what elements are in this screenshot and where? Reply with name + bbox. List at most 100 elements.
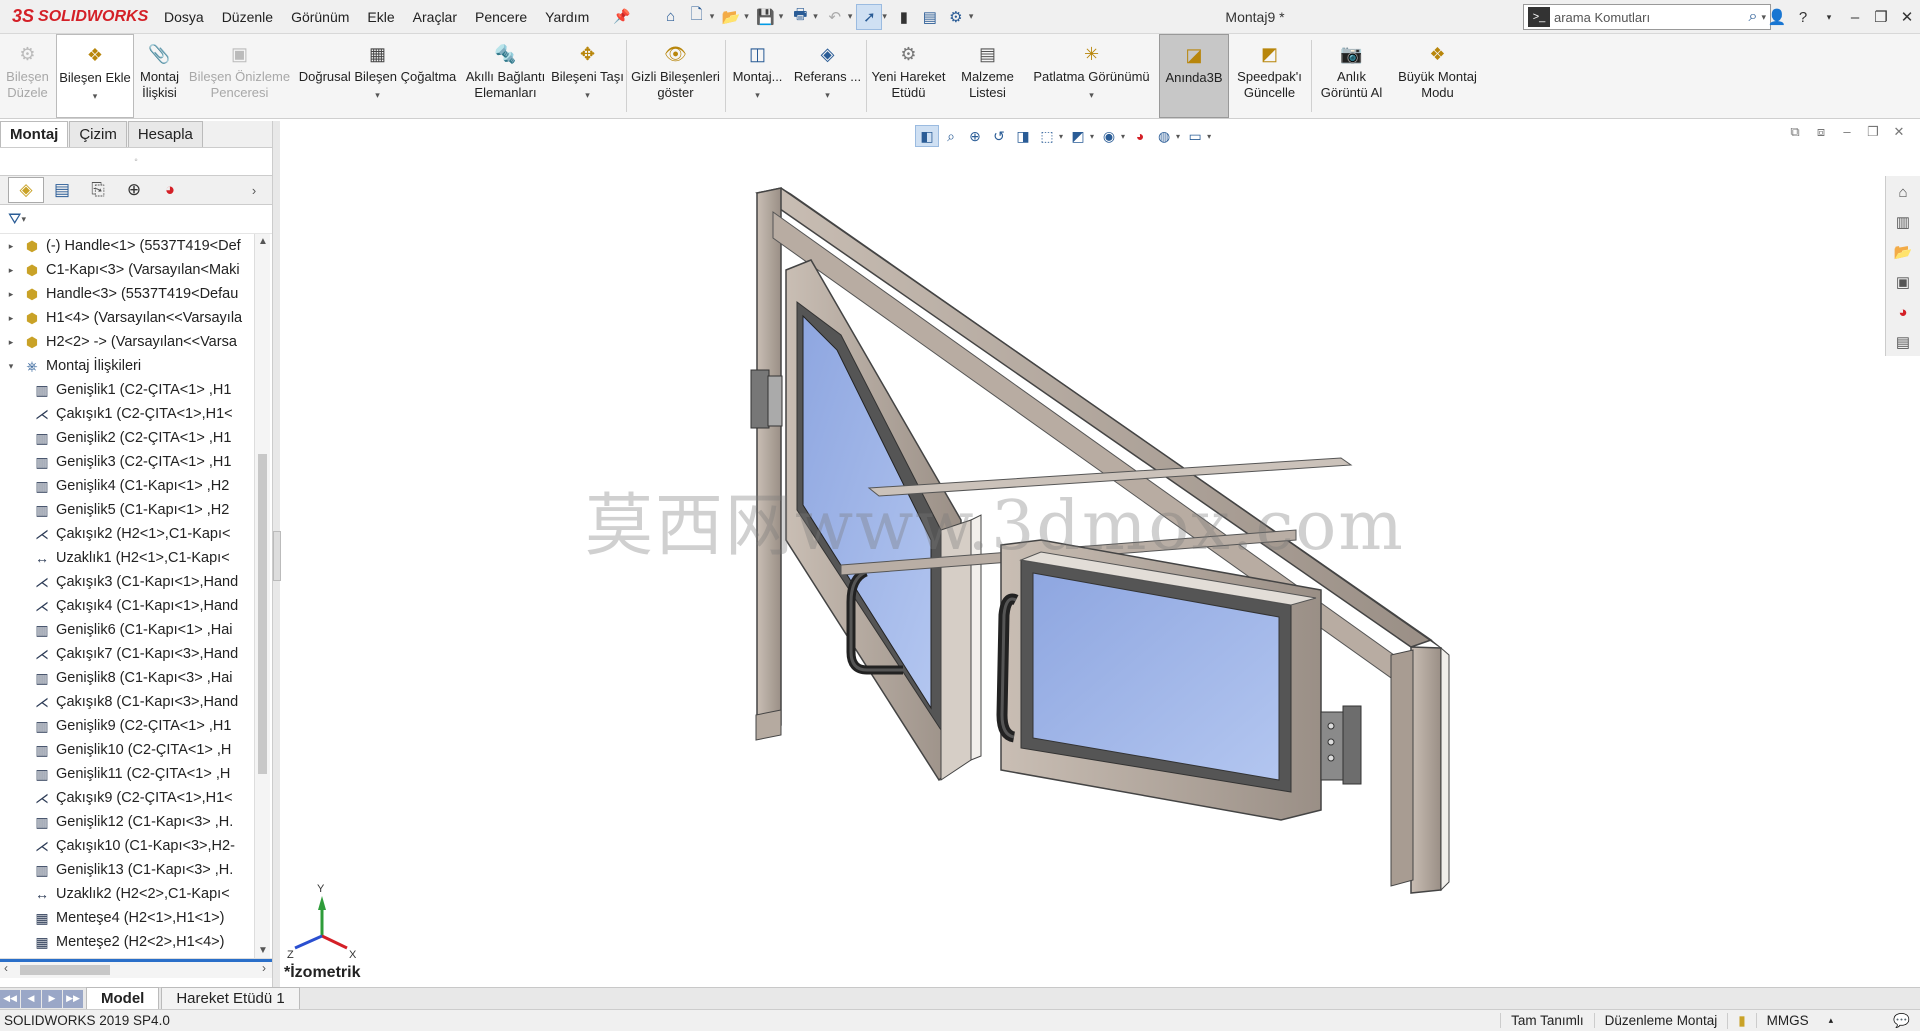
collapse-icon[interactable]: ▾ xyxy=(4,361,18,372)
save-icon[interactable]: 💾 xyxy=(753,4,779,30)
mate-item[interactable]: ▦ Menteşe2 (H2<2>,H1<4>) xyxy=(0,930,254,954)
exploded-view-button[interactable]: ✳ Patlatma Görünümü ▾ xyxy=(1025,34,1159,118)
mate-item[interactable]: ▥ Genişlik2 (C2-ÇITA<1> ,H1 xyxy=(0,426,254,450)
move-component-button[interactable]: ✥ Bileşeni Taşı ▾ xyxy=(550,34,626,118)
file-properties-icon[interactable]: ▤ xyxy=(917,4,943,30)
mate-item[interactable]: ▥ Genişlik10 (C2-ÇITA<1> ,H xyxy=(0,738,254,762)
mate-item[interactable]: ↔ Uzaklık1 (H2<1>,C1-Kapı< xyxy=(0,546,254,570)
edit-appearance-icon[interactable]: ◕ xyxy=(1128,125,1152,147)
mate-item[interactable]: ▥ Genişlik8 (C1-Kapı<3> ,Hai xyxy=(0,666,254,690)
design-library-icon[interactable]: ▥ xyxy=(1888,208,1918,236)
view-palette-icon[interactable]: ▣ xyxy=(1888,268,1918,296)
tree-component[interactable]: ▸ ⬢ H1<4> (Varsayılan<<Varsayıla xyxy=(0,306,254,330)
menu-duzenle[interactable]: Düzenle xyxy=(213,9,282,25)
mate-item[interactable]: ▥ Genişlik1 (C2-ÇITA<1> ,H1 xyxy=(0,378,254,402)
tree-mates-folder[interactable]: ▾ ⎈ Montaj İlişkileri xyxy=(0,354,254,378)
property-manager-icon[interactable]: ▤ xyxy=(44,177,80,203)
chevron-up-icon[interactable]: ▴ xyxy=(1819,1015,1844,1026)
chevron-down-icon[interactable]: ▾ xyxy=(1121,132,1125,141)
reference-geometry-button[interactable]: ◈ Referans ... ▾ xyxy=(790,34,866,118)
chevron-down-icon[interactable]: ▾ xyxy=(969,11,974,22)
search-commands-box[interactable]: >_ arama Komutları ⌕ ▾ xyxy=(1523,4,1771,30)
new-document-icon[interactable]: 🗋 xyxy=(684,4,710,30)
large-assembly-button[interactable]: ❖ Büyük Montaj Modu xyxy=(1392,34,1484,118)
scroll-left-icon[interactable]: ‹ xyxy=(4,961,8,975)
chevron-down-icon[interactable]: ▾ xyxy=(93,88,98,104)
mate-item[interactable]: ⋌ Çakışık8 (C1-Kapı<3>,Hand xyxy=(0,690,254,714)
mate-item[interactable]: ⋌ Çakışık2 (H2<1>,C1-Kapı< xyxy=(0,522,254,546)
chevron-right-icon[interactable]: › xyxy=(236,177,272,203)
display-style-icon[interactable]: ◩ xyxy=(1066,125,1090,147)
chevron-down-icon[interactable]: ▾ xyxy=(1059,132,1063,141)
tab-montaj[interactable]: Montaj xyxy=(0,121,69,147)
tab-model[interactable]: Model xyxy=(86,987,160,1010)
view-orientation-icon[interactable]: ◧ xyxy=(915,125,939,147)
tab-cizim[interactable]: Çizim xyxy=(69,121,127,147)
snapshot-button[interactable]: 📷 Anlık Görüntü Al xyxy=(1312,34,1392,118)
search-icon[interactable]: ⌕ xyxy=(1749,8,1758,26)
home-icon[interactable]: ⌂ xyxy=(658,4,684,30)
tab-hesapla[interactable]: Hesapla xyxy=(127,121,203,147)
previous-view-icon[interactable]: ↺ xyxy=(987,125,1011,147)
close-icon[interactable]: ✕ xyxy=(1894,8,1920,26)
split-icon[interactable]: ⧈ xyxy=(1808,124,1834,140)
chevron-down-icon[interactable]: ▾ xyxy=(825,87,830,103)
mate-button[interactable]: 📎 Montaj İlişkisi xyxy=(134,34,186,118)
tree-component[interactable]: ▸ ⬢ (-) Handle<1> (5537T419<Def xyxy=(0,234,254,258)
expand-icon[interactable]: ▸ xyxy=(4,313,18,324)
chevron-down-icon[interactable]: ▾ xyxy=(585,87,590,103)
chevron-down-icon[interactable]: ▾ xyxy=(882,11,887,22)
chevron-down-icon[interactable]: ▾ xyxy=(1089,87,1094,103)
chevron-down-icon[interactable]: ▾ xyxy=(1090,132,1094,141)
select-arrow-icon[interactable]: ➚ xyxy=(856,3,883,30)
linear-pattern-button[interactable]: ▦ Doğrusal Bileşen Çoğaltma ▾ xyxy=(294,34,462,118)
mate-item[interactable]: ▥ Genişlik3 (C2-ÇITA<1> ,H1 xyxy=(0,450,254,474)
edit-component-button[interactable]: ⚙ Bileşen Düzele xyxy=(0,34,56,118)
zoom-to-fit-icon[interactable]: ⌕ xyxy=(939,125,963,147)
assembly-features-button[interactable]: ◫ Montaj... ▾ xyxy=(726,34,790,118)
mate-item[interactable]: ⋌ Çakışık9 (C2-ÇITA<1>,H1< xyxy=(0,786,254,810)
minimize-icon[interactable]: – xyxy=(1842,9,1868,26)
mate-item[interactable]: ⋌ Çakışık1 (C2-ÇITA<1>,H1< xyxy=(0,402,254,426)
menu-gorunum[interactable]: Görünüm xyxy=(282,9,358,25)
scroll-thumb[interactable] xyxy=(20,965,110,975)
last-tab-icon[interactable]: ▶▶ xyxy=(63,989,83,1008)
user-icon[interactable]: 👤 xyxy=(1764,8,1790,26)
speedpak-button[interactable]: ◩ Speedpak'ı Güncelle xyxy=(1229,34,1311,118)
splitter-grip[interactable] xyxy=(273,531,281,581)
panel-splitter[interactable] xyxy=(272,121,281,987)
motion-study-button[interactable]: ⚙ Yeni Hareket Etüdü xyxy=(867,34,951,118)
bom-button[interactable]: ▤ Malzeme Listesi xyxy=(951,34,1025,118)
appearances-icon[interactable]: ◕ xyxy=(1888,298,1918,326)
print-icon[interactable]: 🖶 xyxy=(787,4,813,30)
tree-vertical-scrollbar[interactable]: ▲ ▼ xyxy=(254,234,270,958)
chevron-down-icon[interactable]: ▾ xyxy=(848,11,853,22)
filter-icon[interactable]: ⛛ xyxy=(8,211,21,229)
scroll-down-icon[interactable]: ▼ xyxy=(255,945,271,956)
tree-filter[interactable]: ⛛ ▾ xyxy=(0,206,272,234)
mate-item[interactable]: ▥ Genişlik6 (C1-Kapı<1> ,Hai xyxy=(0,618,254,642)
file-explorer-icon[interactable]: 📂 xyxy=(1888,238,1918,266)
close-icon[interactable]: ✕ xyxy=(1886,124,1912,140)
solidworks-logo[interactable]: 3S SOLIDWORKS xyxy=(0,0,155,34)
instant3d-button[interactable]: ◪ Anında3B xyxy=(1159,34,1229,118)
insert-component-button[interactable]: ❖ Bileşen Ekle ▾ xyxy=(56,34,134,118)
chevron-down-icon[interactable]: ▾ xyxy=(710,11,715,22)
options-gear-icon[interactable]: ⚙ xyxy=(943,4,969,30)
chevron-down-icon[interactable]: ▾ xyxy=(375,87,380,103)
zoom-area-icon[interactable]: ⊕ xyxy=(963,125,987,147)
mate-item[interactable]: ▦ Menteşe4 (H2<1>,H1<1>) xyxy=(0,906,254,930)
panel-collapse-handle[interactable]: ◦ xyxy=(0,147,272,173)
tile-icon[interactable]: ⧉ xyxy=(1782,124,1808,140)
scroll-up-icon[interactable]: ▲ xyxy=(255,236,271,247)
chevron-down-icon[interactable]: ▾ xyxy=(755,87,760,103)
mate-item[interactable]: ▥ Genişlik12 (C1-Kapı<3> ,H. xyxy=(0,810,254,834)
smart-fasteners-button[interactable]: 🔩 Akıllı Bağlantı Elemanları xyxy=(462,34,550,118)
menu-yardim[interactable]: Yardım xyxy=(536,9,598,25)
first-tab-icon[interactable]: ◀◀ xyxy=(0,989,20,1008)
mate-item[interactable]: ⋌ Çakışık3 (C1-Kapı<1>,Hand xyxy=(0,570,254,594)
feature-manager-icon[interactable]: ◈ xyxy=(8,177,44,203)
traffic-light-icon[interactable]: ▮ xyxy=(891,4,917,30)
units-selector[interactable]: MMGS xyxy=(1755,1013,1819,1028)
mate-item[interactable]: ▥ Genişlik13 (C1-Kapı<3> ,H. xyxy=(0,858,254,882)
